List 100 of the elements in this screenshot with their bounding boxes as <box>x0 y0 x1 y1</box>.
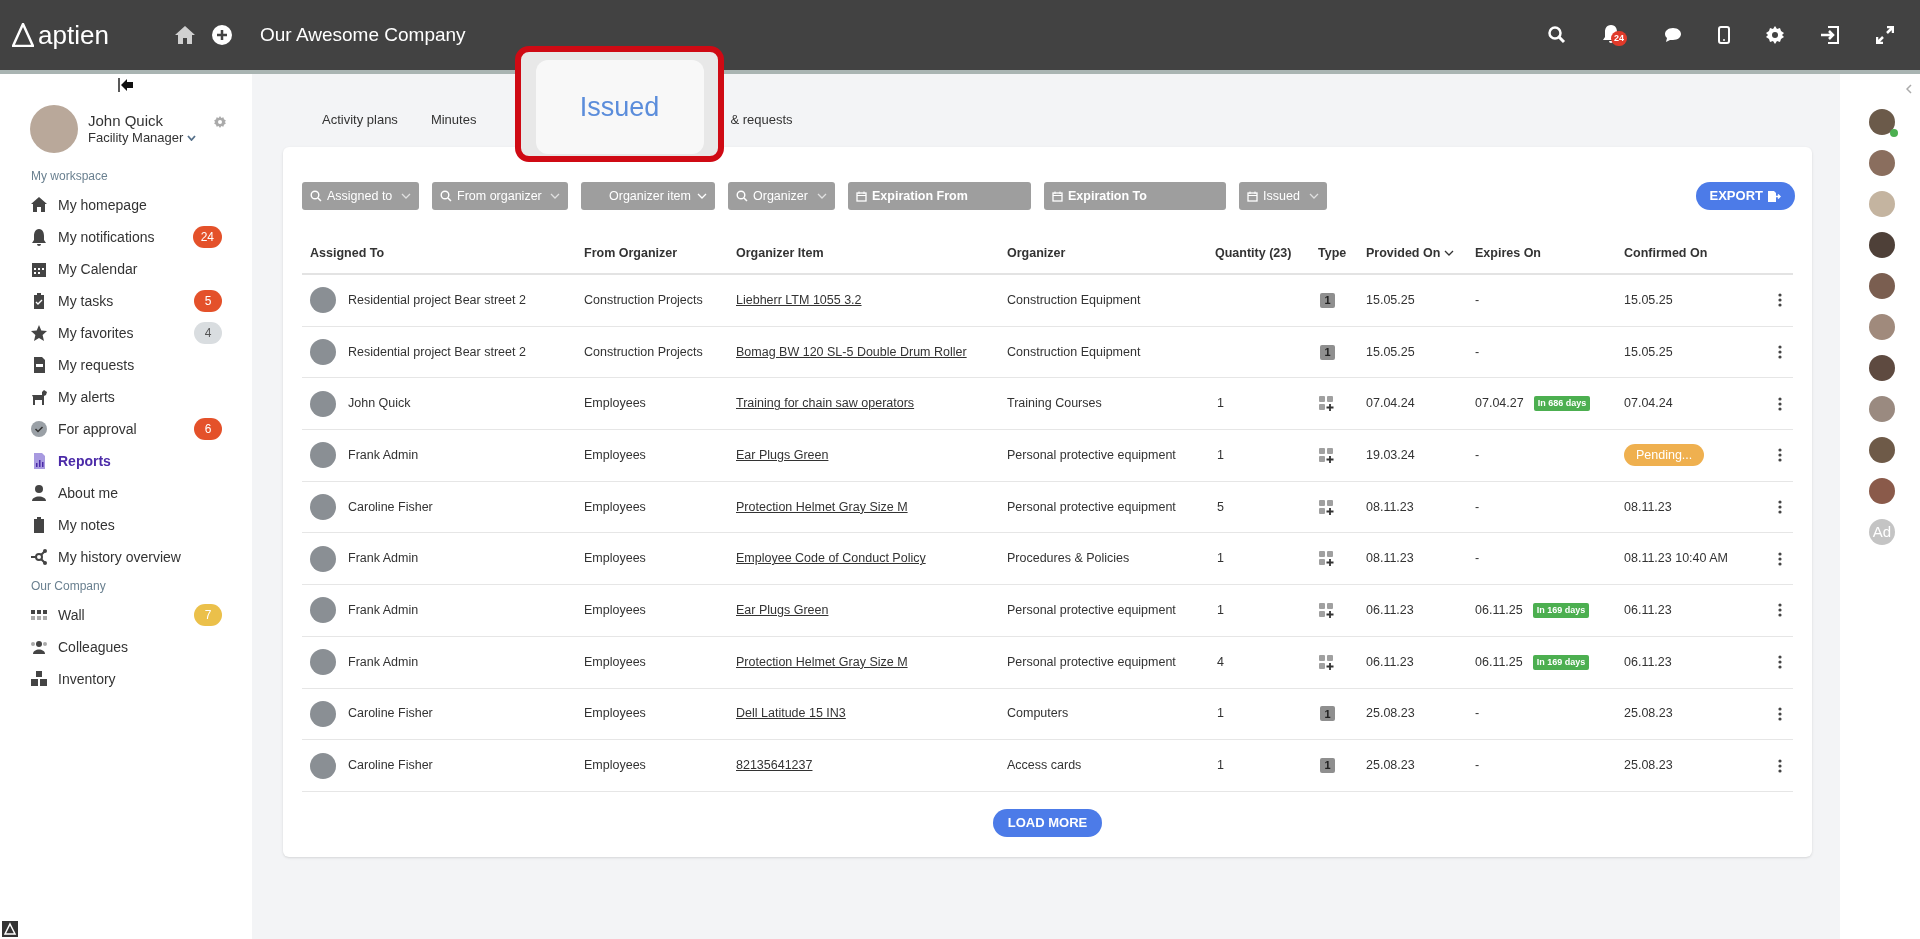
table-cell-text: Construction Projects <box>584 343 704 361</box>
sidebar-item[interactable]: My notifications 24 <box>0 221 252 253</box>
table-cell-text: 1 <box>1216 603 1224 618</box>
sidebar-item[interactable]: Colleagues <box>0 631 252 663</box>
table-cell: 25.08.23 <box>1624 706 1673 721</box>
sidebar-item[interactable]: My tasks 5 <box>0 285 252 317</box>
calendar-icon <box>1247 190 1258 202</box>
table-cell-text: 15.05.25 <box>1366 291 1416 309</box>
table-cell-text: Construction Equipment <box>1007 291 1142 309</box>
more-options-icon[interactable] <box>1778 603 1782 618</box>
more-options-icon[interactable] <box>1778 500 1782 515</box>
home-icon[interactable] <box>174 25 196 45</box>
item-link[interactable]: Liebherr LTM 1055 3.2 <box>736 292 862 307</box>
chat-icon[interactable] <box>1664 27 1682 43</box>
table-cell-text: Employees <box>584 550 647 568</box>
network-icon <box>30 548 48 566</box>
column-header[interactable]: Confirmed On <box>1624 243 1770 263</box>
sidebar-item[interactable]: My homepage <box>0 189 252 221</box>
sidebar-item[interactable]: My requests <box>0 349 252 381</box>
colleague-avatar[interactable] <box>1869 150 1895 176</box>
table-cell-text: Construction Equipment <box>1007 343 1142 361</box>
search-icon[interactable] <box>1548 26 1566 44</box>
colleague-avatar[interactable] <box>1869 232 1895 258</box>
column-header[interactable]: Organizer <box>1007 243 1215 263</box>
sidebar-item[interactable]: My history overview <box>0 541 252 573</box>
logout-icon[interactable] <box>1820 26 1840 44</box>
chevron-down-icon[interactable] <box>187 135 197 141</box>
avatar <box>310 545 336 572</box>
more-options-icon[interactable] <box>1778 655 1782 670</box>
phone-icon[interactable] <box>1718 26 1730 44</box>
sidebar-item[interactable]: My Calendar <box>0 253 252 285</box>
collapse-sidebar-icon[interactable] <box>118 78 134 92</box>
type-badge: 1 <box>1320 292 1335 308</box>
tab[interactable]: Activity plans <box>322 110 398 130</box>
table-cell-text: Residential project Bear street 2 <box>348 343 526 361</box>
more-options-icon[interactable] <box>1778 758 1782 773</box>
sidebar-item[interactable]: My favorites 4 <box>0 317 252 349</box>
table-cell-text: 08.11.23 <box>1366 498 1415 516</box>
item-link[interactable]: 82135641237 <box>736 758 813 773</box>
calendar-icon <box>856 190 867 202</box>
table-cell-text: Construction Projects <box>584 291 704 309</box>
table-cell-text: 15.05.25 <box>1366 343 1416 361</box>
colleague-avatar[interactable] <box>1869 273 1895 299</box>
sidebar-item[interactable]: Wall 7 <box>0 599 252 631</box>
item-link[interactable]: Bomag BW 120 SL-5 Double Drum Roller <box>736 344 967 359</box>
table-cell-text: - <box>1475 498 1480 516</box>
sidebar-item[interactable]: Reports <box>0 445 252 477</box>
column-header[interactable]: Organizer Item <box>736 243 1007 263</box>
table-cell: 15.05.25 <box>1624 344 1673 359</box>
person-icon <box>30 484 48 502</box>
tab[interactable]: & requests <box>730 110 793 130</box>
sidebar-item[interactable]: About me <box>0 477 252 509</box>
sidebar-item[interactable]: My alerts <box>0 381 252 413</box>
colleague-avatar[interactable] <box>1869 109 1895 135</box>
colleague-avatar[interactable] <box>1869 478 1895 504</box>
column-header[interactable]: Provided On <box>1366 243 1475 263</box>
colleague-avatar[interactable] <box>1869 437 1895 463</box>
item-link[interactable]: Employee Code of Conduct Policy <box>736 551 926 566</box>
table-cell: 08.11.23 <box>1624 499 1672 514</box>
settings-icon[interactable] <box>1766 26 1784 44</box>
export-button[interactable]: EXPORT <box>1695 182 1795 210</box>
column-header[interactable]: Expires On <box>1475 243 1624 263</box>
table-cell-text: Training Courses <box>1007 395 1103 413</box>
more-options-icon[interactable] <box>1778 706 1782 721</box>
table-cell-text: - <box>1475 705 1480 723</box>
column-header[interactable]: Type <box>1318 243 1366 263</box>
chevron-down-icon <box>697 193 707 199</box>
item-link[interactable]: Ear Plugs Green <box>736 603 829 618</box>
more-options-icon[interactable] <box>1778 551 1782 566</box>
more-options-icon[interactable] <box>1778 448 1782 463</box>
more-options-icon[interactable] <box>1778 396 1782 411</box>
item-link[interactable]: Protection Helmet Gray Size M <box>736 654 908 669</box>
table-cell-text: Frank Admin <box>348 447 419 465</box>
count-badge: 7 <box>194 604 222 626</box>
tab[interactable]: Minutes <box>430 110 477 130</box>
user-name: John Quick <box>88 112 165 130</box>
item-link[interactable]: Protection Helmet Gray Size M <box>736 499 908 514</box>
table-cell-text: Computers <box>1007 705 1070 723</box>
more-options-icon[interactable] <box>1778 293 1782 308</box>
column-header[interactable]: From Organizer <box>584 243 736 263</box>
item-link[interactable]: Ear Plugs Green <box>736 448 829 463</box>
grid-plus-icon <box>1318 498 1335 516</box>
colleague-avatar[interactable] <box>1869 355 1895 381</box>
item-link[interactable]: Training for chain saw operators <box>736 396 915 411</box>
chevron-down-icon <box>550 193 560 199</box>
table-cell: 06.11.23 <box>1624 603 1672 618</box>
add-icon[interactable] <box>212 25 232 45</box>
avatar <box>310 390 336 417</box>
logo-icon <box>12 23 34 47</box>
table-cell-text: Procedures & Policies <box>1007 550 1131 568</box>
expand-icon[interactable] <box>1876 26 1894 44</box>
load-more-button[interactable]: LOAD MORE <box>992 808 1103 837</box>
table-cell-text: Frank Admin <box>348 602 419 620</box>
more-options-icon[interactable] <box>1778 345 1782 360</box>
sidebar-item[interactable]: My notes <box>0 509 252 541</box>
item-link[interactable]: Dell Latitude 15 IN3 <box>736 706 846 721</box>
column-header[interactable]: Quantity (23) <box>1215 243 1318 263</box>
column-header[interactable]: Assigned To <box>302 243 584 263</box>
sidebar-item[interactable]: Inventory <box>0 663 252 695</box>
sidebar-item[interactable]: For approval 6 <box>0 413 252 445</box>
